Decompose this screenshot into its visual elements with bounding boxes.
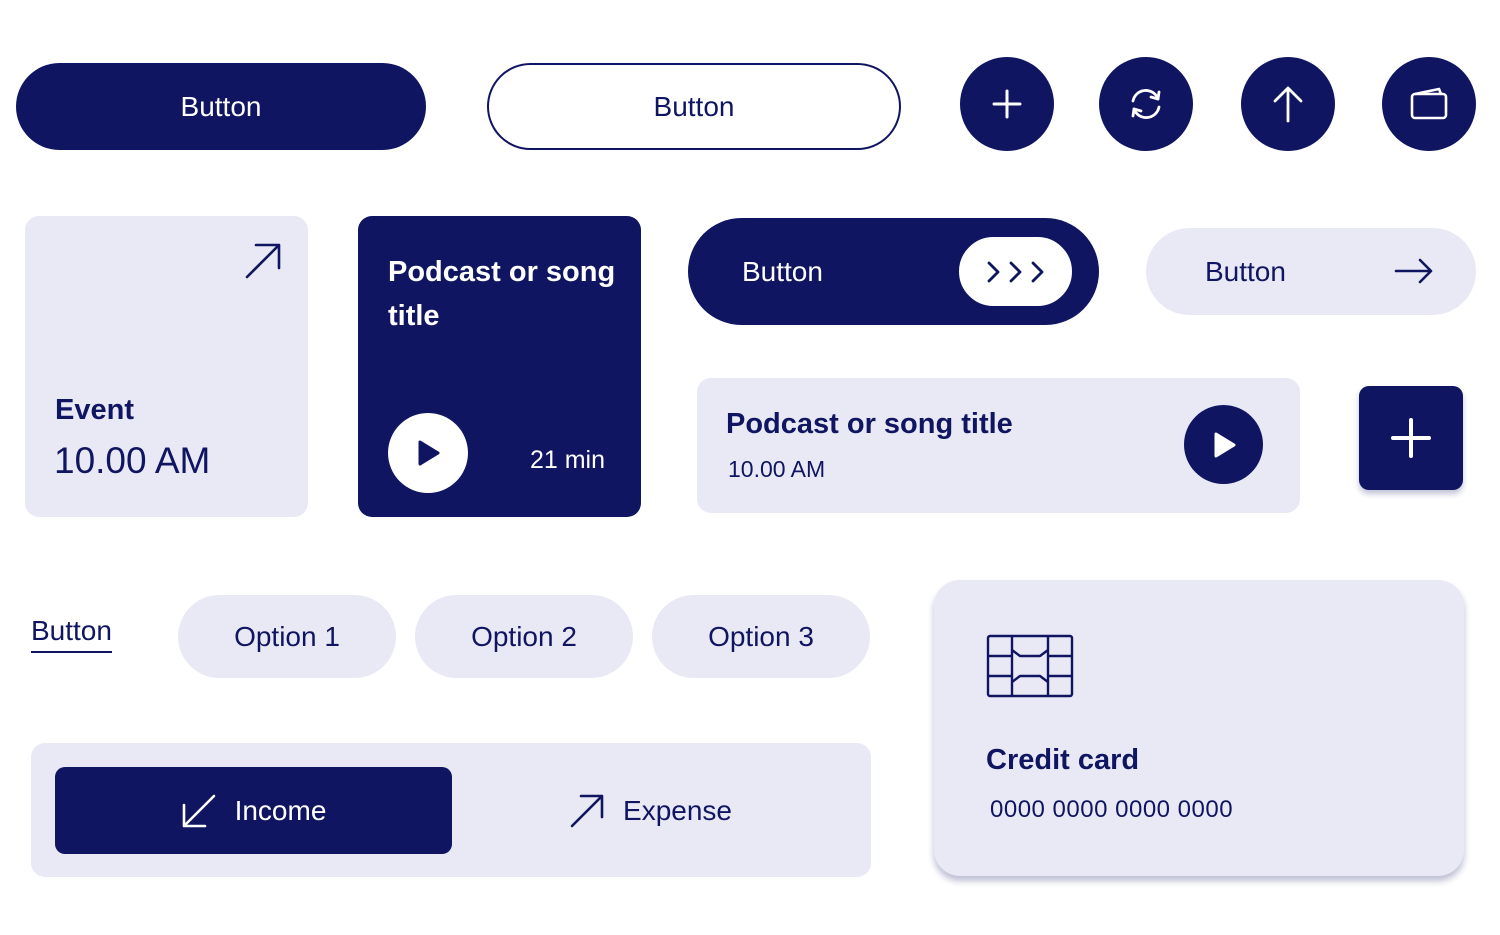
income-label: Income: [234, 794, 327, 826]
podcast-row-title: Podcast or song title: [726, 408, 1013, 440]
add-square-button[interactable]: [1359, 386, 1463, 490]
play-icon: [1214, 432, 1235, 457]
expense-label: Expense: [623, 794, 732, 826]
text-link-button[interactable]: Button: [31, 615, 112, 653]
credit-card[interactable]: Credit card 0000 0000 0000 0000: [934, 580, 1464, 876]
option-chip-1[interactable]: Option 1: [178, 595, 396, 678]
card-title: Credit card: [986, 744, 1140, 776]
event-time: 10.00 AM: [54, 440, 211, 481]
arrow-right-icon: [1394, 258, 1433, 284]
outline-button-label: Button: [653, 90, 735, 122]
chevrons-right-icon: [987, 261, 1043, 282]
option-chip-2[interactable]: Option 2: [415, 595, 633, 678]
event-card[interactable]: Event 10.00 AM: [25, 216, 308, 517]
arrow-down-left-icon: [182, 794, 215, 827]
wallet-icon: [1410, 87, 1448, 120]
slide-button[interactable]: Button: [688, 218, 1099, 325]
plus-icon: [992, 89, 1022, 119]
podcast-card[interactable]: Podcast or song title 21 min: [358, 216, 641, 517]
play-button[interactable]: [1184, 405, 1263, 484]
income-tab[interactable]: Income: [55, 767, 452, 854]
event-label: Event: [55, 394, 134, 426]
option-label: Option 1: [234, 620, 340, 652]
income-expense-toggle: Income Expense: [31, 743, 871, 877]
play-icon: [418, 440, 440, 466]
slide-button-label: Button: [742, 255, 823, 287]
card-number: 0000 0000 0000 0000: [990, 796, 1234, 823]
arrow-pill-button[interactable]: Button: [1146, 228, 1476, 315]
add-circle-button[interactable]: [960, 57, 1054, 151]
arrow-up-right-icon: [245, 243, 281, 279]
plus-icon: [1391, 418, 1431, 458]
expense-tab[interactable]: Expense: [452, 767, 849, 854]
refresh-button[interactable]: [1099, 57, 1193, 151]
arrow-up-right-icon: [570, 794, 604, 827]
card-chip-icon: [986, 634, 1074, 698]
refresh-icon: [1131, 89, 1161, 119]
option-chip-3[interactable]: Option 3: [652, 595, 870, 678]
podcast-row-time: 10.00 AM: [728, 456, 826, 482]
wallet-button[interactable]: [1382, 57, 1476, 151]
podcast-duration: 21 min: [529, 446, 605, 474]
arrow-pill-label: Button: [1205, 255, 1286, 287]
arrow-up-icon: [1273, 86, 1303, 123]
upload-button[interactable]: [1241, 57, 1335, 151]
option-label: Option 3: [708, 620, 814, 652]
primary-button-label: Button: [180, 90, 262, 122]
option-label: Option 2: [471, 620, 577, 652]
podcast-row[interactable]: Podcast or song title 10.00 AM: [697, 378, 1300, 513]
outline-button[interactable]: Button: [487, 63, 901, 150]
slide-handle[interactable]: [957, 235, 1074, 308]
podcast-title: Podcast or song title: [388, 256, 616, 332]
primary-button[interactable]: Button: [16, 63, 426, 150]
play-button[interactable]: [388, 413, 468, 493]
